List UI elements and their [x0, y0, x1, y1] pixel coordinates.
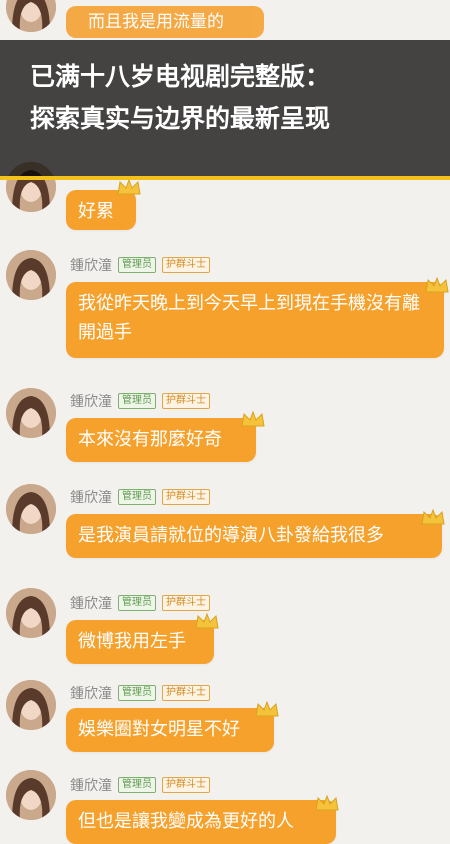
message-meta: 鍾欣潼 管理员 护群斗士 [70, 684, 210, 702]
admin-badge: 管理员 [118, 685, 156, 701]
message-bubble-partial[interactable]: 而且我是用流量的 [66, 6, 264, 38]
message-bubble[interactable]: 微博我用左手 [66, 620, 214, 664]
crown-icon [195, 612, 219, 629]
message-bubble[interactable]: 娛樂圈對女明星不好 [66, 708, 274, 752]
banner-title-line-1: 已满十八岁电视剧完整版： [30, 62, 331, 91]
crown-icon [315, 794, 339, 811]
sender-name[interactable]: 鍾欣潼 [70, 775, 112, 795]
crown-icon [117, 178, 141, 195]
fighter-badge: 护群斗士 [162, 257, 210, 273]
admin-badge: 管理员 [118, 393, 156, 409]
avatar[interactable] [6, 770, 56, 820]
fighter-badge: 护群斗士 [162, 685, 210, 701]
fighter-badge: 护群斗士 [162, 489, 210, 505]
title-banner: 已满十八岁电视剧完整版： 探索真实与边界的最新呈现 [0, 40, 450, 180]
crown-icon [255, 700, 279, 717]
message-bubble[interactable]: 本來沒有那麼好奇 [66, 418, 256, 462]
message-bubble[interactable]: 但也是讓我變成為更好的人 [66, 800, 336, 844]
crown-icon [421, 508, 445, 525]
sender-name[interactable]: 鍾欣潼 [70, 593, 112, 613]
message-meta: 鍾欣潼 管理员 护群斗士 [70, 392, 210, 410]
message-meta: 鍾欣潼 管理员 护群斗士 [70, 776, 210, 794]
message-meta: 鍾欣潼 管理员 护群斗士 [70, 488, 210, 506]
message-bubble[interactable]: 是我演員請就位的導演八卦發給我很多 [66, 514, 442, 558]
admin-badge: 管理员 [118, 595, 156, 611]
chat-screen: 而且我是用流量的 好累 鍾欣潼 管理员 护群斗士 我從昨天晚上到今天早上到現在手… [0, 0, 450, 844]
avatar[interactable] [6, 680, 56, 730]
sender-name[interactable]: 鍾欣潼 [70, 391, 112, 411]
admin-badge: 管理员 [118, 777, 156, 793]
avatar[interactable] [6, 0, 56, 32]
admin-badge: 管理员 [118, 257, 156, 273]
fighter-badge: 护群斗士 [162, 393, 210, 409]
sender-name[interactable]: 鍾欣潼 [70, 255, 112, 275]
sender-name[interactable]: 鍾欣潼 [70, 683, 112, 703]
fighter-badge: 护群斗士 [162, 595, 210, 611]
message-meta: 鍾欣潼 管理员 护群斗士 [70, 594, 210, 612]
message-meta: 鍾欣潼 管理员 护群斗士 [70, 256, 210, 274]
avatar[interactable] [6, 484, 56, 534]
avatar[interactable] [6, 588, 56, 638]
admin-badge: 管理员 [118, 489, 156, 505]
banner-title-line-2: 探索真实与边界的最新呈现 [30, 104, 331, 133]
crown-icon [241, 410, 265, 427]
avatar[interactable] [6, 388, 56, 438]
crown-icon [425, 276, 449, 293]
avatar[interactable] [6, 250, 56, 300]
fighter-badge: 护群斗士 [162, 777, 210, 793]
sender-name[interactable]: 鍾欣潼 [70, 487, 112, 507]
message-bubble[interactable]: 我從昨天晚上到今天早上到現在手機沒有離開過手 [66, 282, 444, 358]
